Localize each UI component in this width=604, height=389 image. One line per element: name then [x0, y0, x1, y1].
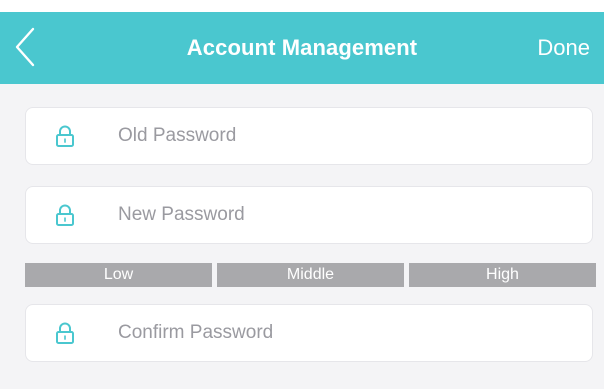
lock-icon: [55, 124, 75, 148]
done-button[interactable]: Done: [537, 12, 590, 84]
password-strength-meter: Low Middle High: [25, 263, 596, 287]
old-password-placeholder: Old Password: [118, 125, 237, 146]
confirm-password-field[interactable]: Confirm Password: [25, 304, 593, 362]
strength-middle: Middle: [217, 263, 404, 287]
strength-high: High: [409, 263, 596, 287]
chevron-left-icon: [15, 27, 35, 67]
strength-low: Low: [25, 263, 212, 287]
new-password-field[interactable]: New Password: [25, 186, 593, 244]
navigation-header: Account Management Done: [0, 12, 604, 84]
old-password-field[interactable]: Old Password: [25, 107, 593, 165]
status-bar-spacer: [0, 0, 604, 12]
page-title: Account Management: [186, 35, 418, 60]
confirm-password-placeholder: Confirm Password: [118, 322, 274, 343]
account-management-screen: Account Management Done Old Password New…: [0, 0, 604, 389]
lock-icon: [55, 321, 75, 345]
new-password-placeholder: New Password: [118, 204, 245, 225]
lock-icon: [55, 203, 75, 227]
back-button[interactable]: [10, 25, 44, 69]
